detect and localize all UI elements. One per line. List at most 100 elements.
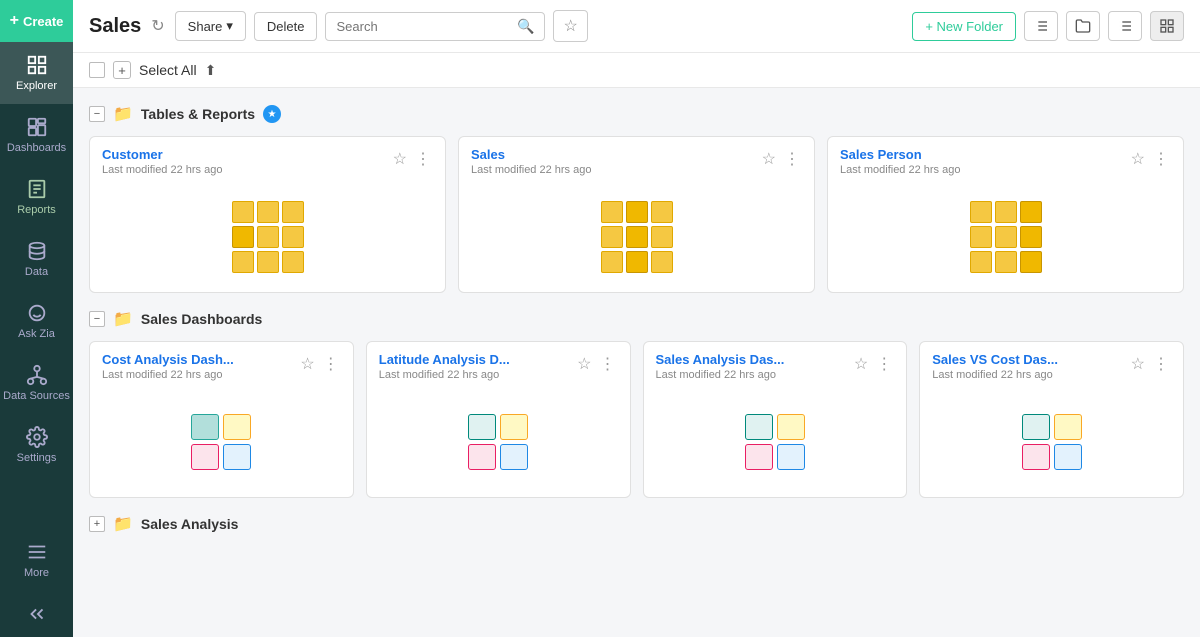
section-header-sales-dashboards: − 📁 Sales Dashboards [89, 309, 1184, 329]
sales-dashboards-grid: Cost Analysis Dash... Last modified 22 h… [89, 341, 1184, 498]
card-subtitle-sales-vs-cost: Last modified 22 hrs ago [932, 369, 1128, 381]
star-icon: ☆ [563, 18, 577, 35]
dashboards-icon [26, 116, 48, 138]
card-menu-sales[interactable]: ⋮ [782, 147, 802, 171]
refresh-icon[interactable]: ↻ [151, 16, 164, 36]
card-title-sales-vs-cost: Sales VS Cost Das... [932, 352, 1128, 367]
search-icon: 🔍 [517, 18, 534, 35]
card-menu-sales-person[interactable]: ⋮ [1151, 147, 1171, 171]
zia-icon [26, 302, 48, 324]
select-all-checkbox[interactable] [89, 62, 105, 78]
section-header-sales-analysis: + 📁 Sales Analysis [89, 514, 1184, 534]
dash-preview-latitude-analysis [468, 414, 528, 470]
sidebar-item-settings[interactable]: Settings [0, 414, 73, 476]
card-star-cost-analysis[interactable]: ☆ [298, 352, 316, 376]
grid-view-button[interactable] [1150, 11, 1184, 41]
card-title-latitude-analysis: Latitude Analysis D... [379, 352, 575, 367]
sidebar-label-settings: Settings [17, 452, 57, 464]
card-cost-analysis[interactable]: Cost Analysis Dash... Last modified 22 h… [89, 341, 354, 498]
section-title-tables-reports: Tables & Reports [141, 106, 255, 122]
search-input[interactable] [336, 19, 511, 34]
card-star-sales-person[interactable]: ☆ [1129, 147, 1147, 171]
sidebar-item-dashboards[interactable]: Dashboards [0, 104, 73, 166]
table-preview-sales [601, 201, 673, 273]
sidebar-item-reports[interactable]: Reports [0, 166, 73, 228]
header-right-actions: + New Folder [912, 11, 1184, 41]
more-icon [26, 541, 48, 563]
new-folder-button[interactable]: + New Folder [912, 12, 1016, 41]
sidebar-item-more[interactable]: More [0, 529, 73, 591]
favorites-button[interactable]: ☆ [553, 10, 587, 42]
table-preview-sales-person [970, 201, 1042, 273]
card-sales-vs-cost[interactable]: Sales VS Cost Das... Last modified 22 hr… [919, 341, 1184, 498]
sidebar-item-collapse[interactable] [0, 591, 73, 637]
main-content: Sales ↻ Share ▾ Delete 🔍 ☆ [73, 0, 1200, 637]
card-subtitle-customer: Last modified 22 hrs ago [102, 164, 391, 176]
card-sales-analysis-das[interactable]: Sales Analysis Das... Last modified 22 h… [643, 341, 908, 498]
share-button[interactable]: Share ▾ [175, 11, 246, 41]
card-title-sales-analysis-das: Sales Analysis Das... [656, 352, 852, 367]
sort-icon [1033, 18, 1049, 34]
card-customer[interactable]: Customer Last modified 22 hrs ago ☆ ⋮ [89, 136, 446, 293]
search-box[interactable]: 🔍 [325, 12, 545, 41]
card-sales[interactable]: Sales Last modified 22 hrs ago ☆ ⋮ [458, 136, 815, 293]
card-star-latitude-analysis[interactable]: ☆ [575, 352, 593, 376]
card-latitude-analysis[interactable]: Latitude Analysis D... Last modified 22 … [366, 341, 631, 498]
card-subtitle-cost-analysis: Last modified 22 hrs ago [102, 369, 298, 381]
add-to-folder-icon[interactable]: + [113, 61, 131, 79]
dash-preview-sales-vs-cost [1022, 414, 1082, 470]
header-actions: Share ▾ Delete 🔍 ☆ [175, 10, 588, 42]
folder-icon: 📁 [113, 104, 133, 124]
sidebar: + Create Explorer Dashboards Reports Dat… [0, 0, 73, 637]
sidebar-label-data-sources: Data Sources [3, 390, 70, 402]
section-sales-analysis: + 📁 Sales Analysis [89, 514, 1184, 534]
sidebar-label-reports: Reports [17, 204, 56, 216]
sidebar-label-explorer: Explorer [16, 80, 57, 92]
sidebar-label-dashboards: Dashboards [7, 142, 66, 154]
section-collapse-button[interactable]: − [89, 106, 105, 122]
create-label: Create [23, 14, 63, 29]
sidebar-label-zia: Ask Zia [18, 328, 55, 340]
page-title: Sales [89, 15, 141, 38]
card-menu-sales-analysis-das[interactable]: ⋮ [874, 352, 894, 376]
settings-icon [26, 426, 48, 448]
explorer-icon [26, 54, 48, 76]
view-folder-button[interactable] [1066, 11, 1100, 41]
card-menu-customer[interactable]: ⋮ [413, 147, 433, 171]
select-all-label: Select All [139, 62, 197, 78]
delete-button[interactable]: Delete [254, 12, 318, 41]
card-sales-person[interactable]: Sales Person Last modified 22 hrs ago ☆ … [827, 136, 1184, 293]
card-star-sales[interactable]: ☆ [760, 147, 778, 171]
plus-icon: + [10, 12, 19, 30]
create-button[interactable]: + Create [0, 0, 73, 42]
card-menu-sales-vs-cost[interactable]: ⋮ [1151, 352, 1171, 376]
sidebar-item-ask-zia[interactable]: Ask Zia [0, 290, 73, 352]
cursor-indicator: ⬆ [205, 62, 217, 79]
section-header-tables-reports: − 📁 Tables & Reports ★ [89, 104, 1184, 124]
card-menu-cost-analysis[interactable]: ⋮ [321, 352, 341, 376]
sort-button[interactable] [1024, 11, 1058, 41]
card-menu-latitude-analysis[interactable]: ⋮ [598, 352, 618, 376]
sidebar-item-data[interactable]: Data [0, 228, 73, 290]
card-title-sales-person: Sales Person [840, 147, 1129, 162]
folder-icon-dashboards: 📁 [113, 309, 133, 329]
sidebar-item-data-sources[interactable]: Data Sources [0, 352, 73, 414]
card-star-sales-analysis-das[interactable]: ☆ [852, 352, 870, 376]
card-title-cost-analysis: Cost Analysis Dash... [102, 352, 298, 367]
data-sources-icon [26, 364, 48, 386]
sidebar-label-more: More [24, 567, 49, 579]
sidebar-item-explorer[interactable]: Explorer [0, 42, 73, 104]
card-star-sales-vs-cost[interactable]: ☆ [1129, 352, 1147, 376]
dash-preview-cost-analysis [191, 414, 251, 470]
card-star-customer[interactable]: ☆ [391, 147, 409, 171]
list-view-icon [1117, 18, 1133, 34]
section-collapse-analysis-button[interactable]: + [89, 516, 105, 532]
tables-reports-grid: Customer Last modified 22 hrs ago ☆ ⋮ [89, 136, 1184, 293]
page-header: Sales ↻ Share ▾ Delete 🔍 ☆ [73, 0, 1200, 53]
section-collapse-dashboards-button[interactable]: − [89, 311, 105, 327]
card-subtitle-sales-analysis-das: Last modified 22 hrs ago [656, 369, 852, 381]
list-view-button[interactable] [1108, 11, 1142, 41]
select-all-bar: + Select All ⬆ [73, 53, 1200, 88]
card-subtitle-latitude-analysis: Last modified 22 hrs ago [379, 369, 575, 381]
section-title-sales-analysis: Sales Analysis [141, 516, 239, 532]
